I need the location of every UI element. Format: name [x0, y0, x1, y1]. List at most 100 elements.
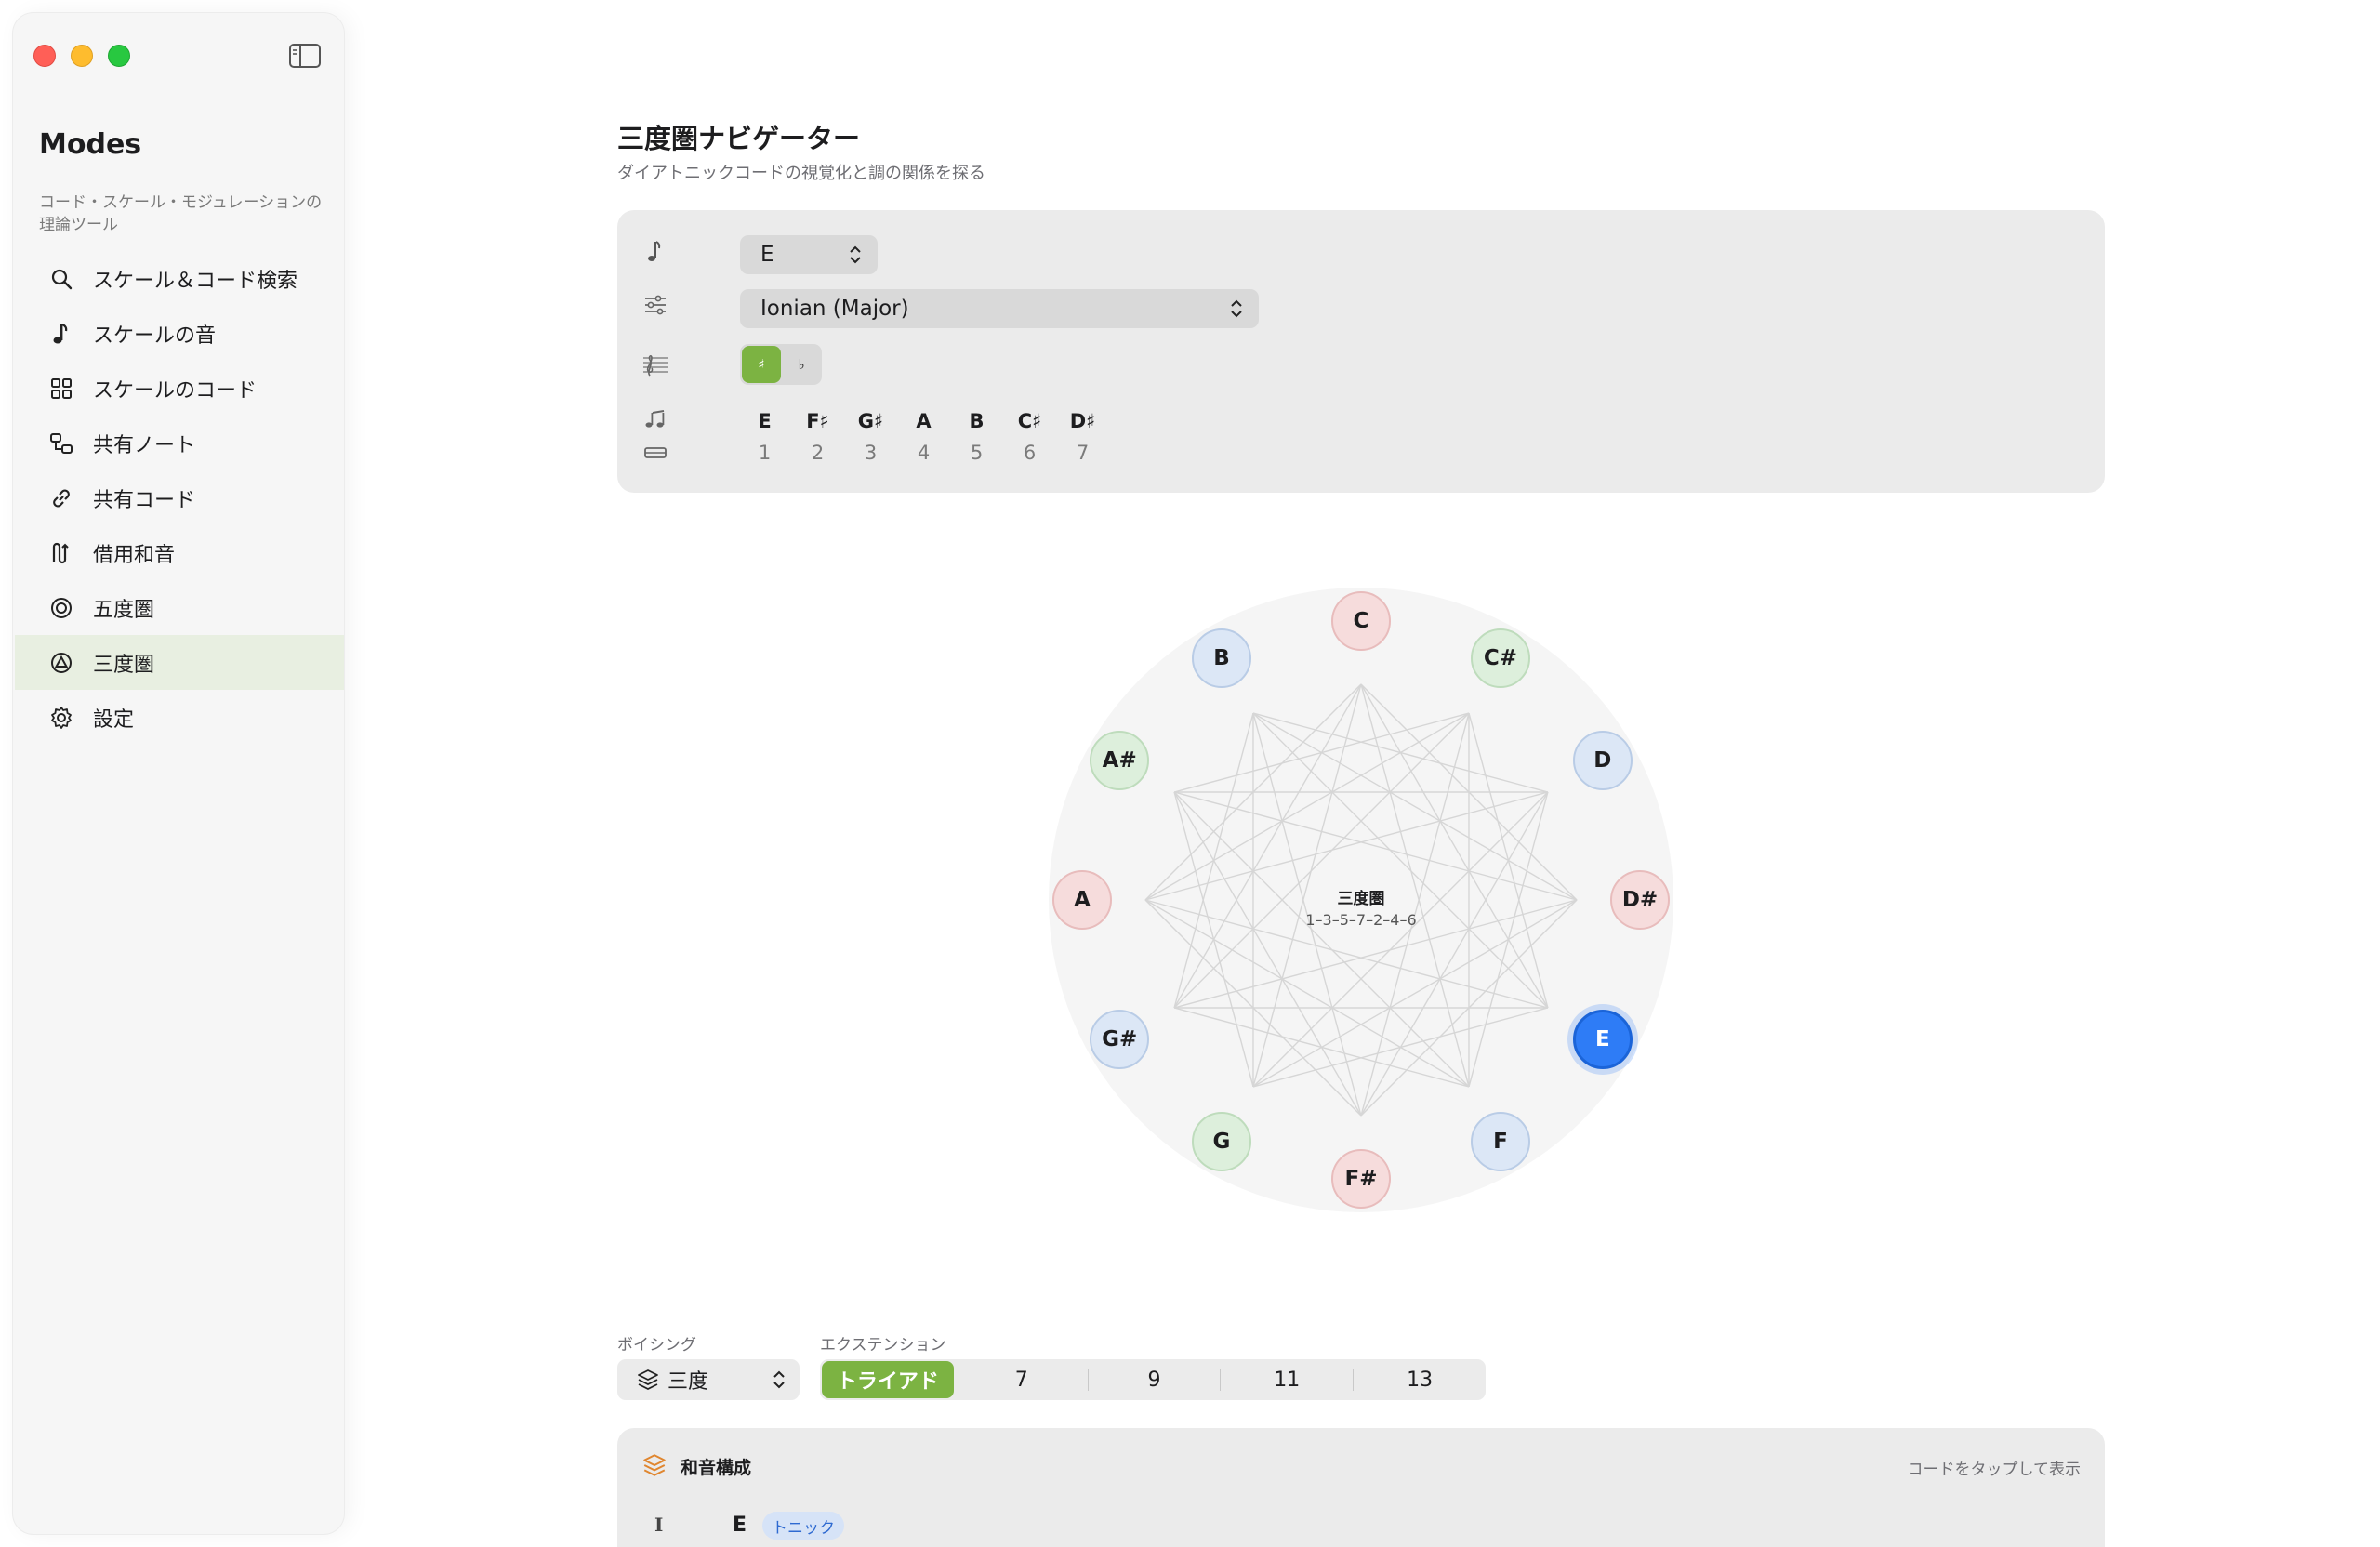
scale-note: A4 — [897, 405, 950, 469]
notes-icon — [641, 405, 669, 433]
minimize-window-button[interactable] — [71, 45, 93, 67]
note-name: E — [758, 410, 772, 432]
keyboard-icon — [641, 439, 669, 467]
sidebar-toggle-icon[interactable] — [288, 43, 322, 69]
sidebar-item-label: スケール＆コード検索 — [93, 269, 298, 293]
extension-9-button[interactable]: 9 — [1089, 1359, 1221, 1400]
note-name: C♯ — [1017, 410, 1042, 432]
circle-of-thirds: 三度圏 1–3–5–7–2–4–6 C C# D D# E F F# G G# A A# B — [1049, 588, 1673, 1212]
chord-function-badge: トニック — [762, 1512, 844, 1540]
sidebar: Modes コード・スケール・モジュレーションの理論ツール スケール＆コード検索… — [13, 13, 344, 1534]
key-select-value: E — [760, 243, 774, 267]
accidental-segmented-control: ♯ ♭ — [740, 344, 822, 385]
circle-node-e[interactable]: E — [1572, 1010, 1633, 1069]
sharp-button[interactable]: ♯ — [742, 346, 781, 383]
note-name: B — [969, 410, 985, 432]
interval-line — [1173, 712, 1470, 1009]
scale-settings-panel: E Ionian (Major) ♯ ♭ E1 F♯2 G♯3 A4 B5 — [617, 210, 2105, 493]
sidebar-item-circle-of-fifths[interactable]: 五度圏 — [15, 580, 344, 635]
extension-label: エクステンション — [820, 1336, 946, 1355]
voicing-label: ボイシング — [617, 1336, 696, 1355]
sidebar-item-label: スケールの音 — [93, 324, 217, 348]
search-icon — [48, 266, 74, 292]
extension-triad-button[interactable]: トライアド — [822, 1361, 954, 1398]
sidebar-item-search[interactable]: スケール＆コード検索 — [15, 251, 344, 306]
link-icon — [48, 485, 74, 511]
sidebar-nav: スケール＆コード検索 スケールの音 スケールのコード 共有ノート 共有コード 借… — [15, 251, 344, 745]
page-title: 三度圏ナビゲーター — [617, 123, 861, 154]
circle-node-g[interactable]: G — [1192, 1111, 1251, 1171]
interval-line — [1144, 712, 1470, 901]
sidebar-item-label: 共有ノート — [93, 433, 196, 457]
borrowed-chord-icon — [48, 540, 74, 566]
app-subtitle: コード・スケール・モジュレーションの理論ツール — [39, 193, 323, 234]
note-degree: 7 — [1076, 442, 1090, 464]
interval-line — [1173, 683, 1362, 1009]
chevron-up-down-icon — [772, 1368, 787, 1396]
note-degree: 3 — [864, 442, 878, 464]
circle-center-sequence: 1–3–5–7–2–4–6 — [1305, 911, 1417, 929]
chord-root[interactable]: E — [733, 1514, 747, 1537]
chevron-up-down-icon — [848, 244, 863, 271]
sidebar-item-scale-notes[interactable]: スケールの音 — [15, 306, 344, 361]
music-note-icon — [48, 321, 74, 347]
extension-13-button[interactable]: 13 — [1354, 1359, 1486, 1400]
flat-button[interactable]: ♭ — [783, 346, 820, 383]
sidebar-item-settings[interactable]: 設定 — [15, 690, 344, 745]
sidebar-item-borrowed-chords[interactable]: 借用和音 — [15, 525, 344, 580]
sidebar-item-label: 三度圏 — [93, 653, 155, 677]
zoom-window-button[interactable] — [108, 45, 130, 67]
scale-note: F♯ 2 — [791, 405, 844, 469]
sidebar-item-label: 共有コード — [93, 488, 196, 512]
interval-line — [1252, 791, 1549, 1088]
shared-notes-icon — [48, 430, 74, 456]
interval-line — [1252, 712, 1578, 901]
circle-node-a[interactable]: A — [1052, 870, 1112, 930]
gear-icon — [48, 705, 74, 731]
mode-select-value: Ionian (Major) — [760, 297, 909, 321]
grid-icon — [48, 376, 74, 402]
scale-notes-list: E1 F♯ 2 G♯ 3 A4 B5 C♯ 6 D♯ 7 — [738, 405, 1109, 469]
extension-7-button[interactable]: 7 — [956, 1359, 1088, 1400]
circle-node-c[interactable]: C — [1331, 591, 1391, 651]
interval-line — [1360, 791, 1549, 1117]
extension-11-button[interactable]: 11 — [1221, 1359, 1353, 1400]
interval-line — [1360, 683, 1549, 1009]
circle-node-a-sharp[interactable]: A# — [1090, 731, 1150, 790]
interval-line — [1173, 791, 1362, 1117]
circle-node-f-sharp[interactable]: F# — [1331, 1149, 1391, 1209]
layers-icon — [641, 1452, 668, 1482]
circle-node-d[interactable]: D — [1572, 731, 1633, 790]
extension-segmented-control: トライアド 7 9 11 13 — [820, 1359, 1486, 1400]
sidebar-item-label: スケールのコード — [93, 378, 258, 403]
note-degree: 2 — [811, 442, 825, 464]
sidebar-item-scale-chords[interactable]: スケールのコード — [15, 361, 344, 416]
chord-structure-card: 和音構成 コードをタップして表示 I E トニック — [617, 1428, 2105, 1547]
note-name: G♯ — [857, 410, 884, 432]
app-title: Modes — [39, 128, 142, 161]
circle-node-d-sharp[interactable]: D# — [1610, 870, 1670, 930]
scale-note: D♯ 7 — [1056, 405, 1109, 469]
close-window-button[interactable] — [33, 45, 56, 67]
circle-node-g-sharp[interactable]: G# — [1090, 1010, 1150, 1069]
sidebar-item-circle-of-thirds[interactable]: 三度圏 — [15, 635, 344, 690]
circle-node-c-sharp[interactable]: C# — [1471, 628, 1530, 689]
key-select[interactable]: E — [740, 235, 878, 274]
scale-note: C♯ 6 — [1003, 405, 1056, 469]
circle-node-f[interactable]: F — [1471, 1111, 1530, 1171]
sidebar-item-label: 借用和音 — [93, 543, 176, 567]
chevron-up-down-icon — [1229, 298, 1244, 325]
sidebar-item-shared-chords[interactable]: 共有コード — [15, 470, 344, 525]
interval-line — [1173, 791, 1470, 1088]
note-degree: 6 — [1023, 442, 1037, 464]
sidebar-item-label: 五度圏 — [93, 598, 155, 622]
mode-select[interactable]: Ionian (Major) — [740, 289, 1259, 328]
voicing-select[interactable]: 三度 — [617, 1359, 800, 1400]
note-name: F♯ — [806, 410, 829, 432]
circle-node-b[interactable]: B — [1192, 628, 1251, 689]
staff-icon — [641, 351, 669, 379]
note-degree: 4 — [917, 442, 931, 464]
sliders-icon — [641, 291, 669, 319]
sidebar-item-shared-notes[interactable]: 共有ノート — [15, 416, 344, 470]
circle-icon — [48, 595, 74, 621]
